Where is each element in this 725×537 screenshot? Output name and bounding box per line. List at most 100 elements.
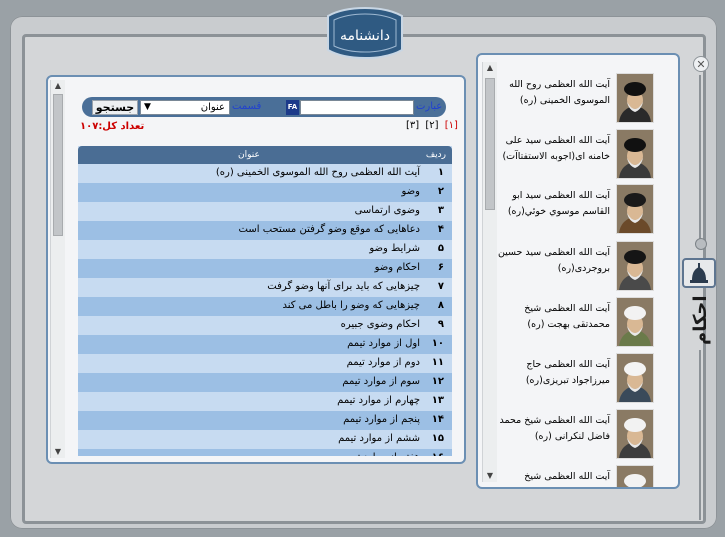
row-number: ۱۲ [431, 376, 444, 387]
table-row[interactable]: ۱۰ اول از موارد تیمم [78, 335, 452, 354]
section-select[interactable]: ▼ عنوان [140, 100, 230, 115]
row-title[interactable]: چیزهایی که وضو را باطل می کند [282, 300, 420, 311]
row-title[interactable]: شرایط وضو [369, 243, 420, 254]
scholar-item[interactable]: آیت الله العظمی حاج میرزاجواد تبریزی(ره) [478, 349, 668, 403]
search-button[interactable]: جستجو [92, 100, 138, 115]
portrait-icon [617, 354, 653, 402]
row-title[interactable]: دوم از موارد تیمم [347, 357, 420, 368]
scholar-item[interactable]: آیت الله العظمی شیخ محمدتقی بهجت (ره) [478, 293, 668, 347]
scholar-name: آیت الله العظمی سید علی خامنه ای(اجوبه ا… [502, 135, 610, 162]
table-row[interactable]: ۴ دعاهایی که موقع وضو گرفتن مستحب است [78, 221, 452, 240]
row-number: ۳ [437, 205, 444, 216]
header-radif: ردیف [425, 150, 446, 160]
page-link-3[interactable]: [۳] [406, 120, 419, 131]
language-badge[interactable]: FA [286, 100, 299, 115]
row-number: ۱۵ [431, 433, 444, 444]
row-number: ۹ [437, 319, 444, 330]
table-row[interactable]: ۱۱ دوم از موارد تیمم [78, 354, 452, 373]
side-rail [699, 75, 701, 240]
portrait-icon [617, 410, 653, 458]
scroll-up-icon[interactable]: ▲ [51, 80, 65, 92]
table-row[interactable]: ۲ وضو [78, 183, 452, 202]
scholar-name: آیت الله العظمی حاج میرزاجواد تبریزی(ره) [525, 359, 610, 386]
total-count: تعداد کل:۱۰۷ [80, 121, 145, 132]
portrait-icon [617, 185, 653, 233]
scholar-item[interactable]: آیت الله العظمی روح الله الموسوی الخمینی… [478, 69, 668, 123]
ahkam-tab-button[interactable] [682, 258, 716, 288]
row-title[interactable]: احکام وضوی جبیره [341, 319, 420, 330]
row-number: ۱۰ [431, 338, 444, 349]
row-number: ۶ [437, 262, 444, 273]
results-table: ردیف عنوان ۱ آیت الله العظمی روح الله الم… [78, 146, 452, 456]
row-number: ۵ [437, 243, 444, 254]
scroll-thumb[interactable] [485, 78, 495, 210]
row-number: ۱۱ [431, 357, 444, 368]
row-title[interactable]: چیزهایی که باید برای آنها وضو گرفت [267, 281, 420, 292]
page-link-2[interactable]: [۲] [425, 120, 438, 131]
row-number: ۸ [437, 300, 444, 311]
table-row[interactable]: ۱۶ هفتم از موارد تیمم [78, 449, 452, 456]
close-button[interactable]: ✕ [693, 56, 709, 72]
table-row[interactable]: ۱۲ سوم از موارد تیمم [78, 373, 452, 392]
section-select-value: عنوان [200, 102, 225, 113]
row-title[interactable]: اول از موارد تیمم [347, 338, 420, 349]
search-input[interactable] [300, 100, 414, 115]
table-row[interactable]: ۷ چیزهایی که باید برای آنها وضو گرفت [78, 278, 452, 297]
page-link-1[interactable]: [۱] [445, 120, 458, 131]
scroll-up-icon[interactable]: ▲ [483, 62, 497, 74]
logo-text: دانشنامه [340, 28, 390, 44]
results-scrollbar[interactable]: ▲ ▼ [50, 80, 65, 458]
row-title[interactable]: پنجم از موارد تیمم [343, 414, 420, 425]
scholars-scrollbar[interactable]: ▲ ▼ [482, 62, 497, 482]
ahkam-tab-label[interactable]: احکام [690, 290, 712, 350]
section-label: قسمت [232, 101, 262, 112]
scholar-portrait [616, 353, 654, 403]
row-title[interactable]: آیت الله العظمی روح الله الموسوی الخمینی… [216, 167, 420, 178]
scholar-portrait [616, 73, 654, 123]
scholar-portrait [616, 297, 654, 347]
row-title[interactable]: هفتم از موارد تیمم [342, 452, 420, 456]
row-title[interactable]: احکام وضو [375, 262, 420, 273]
portrait-icon [617, 130, 653, 178]
mosque-icon [690, 263, 708, 283]
scholar-item[interactable]: آیت الله العظمی سید ابو القاسم موسوي خوئ… [478, 180, 668, 234]
side-knob[interactable] [695, 238, 707, 250]
scholar-portrait [616, 465, 654, 487]
scholar-name: آیت الله العظمی شیخ محمد فاضل لنکرانی (ر… [499, 415, 610, 442]
row-number: ۴ [437, 224, 444, 235]
table-row[interactable]: ۸ چیزهایی که وضو را باطل می کند [78, 297, 452, 316]
scholars-panel: آیت الله العظمی روح الله الموسوی الخمینی… [476, 53, 680, 489]
portrait-icon [617, 242, 653, 290]
scholar-item[interactable]: آیت الله العظمی سید حسین بروجردی(ره) [478, 237, 668, 291]
pagination: [۳] [۲] [۱] [406, 120, 461, 131]
scroll-thumb[interactable] [53, 94, 63, 236]
row-title[interactable]: وضوی ارتماسی [355, 205, 420, 216]
scholar-item[interactable]: آیت الله العظمی شیخ [478, 461, 668, 487]
table-row[interactable]: ۹ احکام وضوی جبیره [78, 316, 452, 335]
scroll-down-icon[interactable]: ▼ [483, 470, 497, 482]
row-title[interactable]: سوم از موارد تیمم [342, 376, 420, 387]
row-title[interactable]: دعاهایی که موقع وضو گرفتن مستحب است [239, 224, 420, 235]
table-row[interactable]: ۵ شرایط وضو [78, 240, 452, 259]
row-number: ۱۴ [431, 414, 444, 425]
scholar-name: آیت الله العظمی شیخ [524, 471, 610, 482]
scholar-item[interactable]: آیت الله العظمی شیخ محمد فاضل لنکرانی (ر… [478, 405, 668, 459]
header-onvan: عنوان [238, 150, 260, 160]
row-title[interactable]: وضو [402, 186, 421, 197]
table-row[interactable]: ۱۳ چهارم از موارد تیمم [78, 392, 452, 411]
table-row[interactable]: ۱۴ پنجم از موارد تیمم [78, 411, 452, 430]
table-row[interactable]: ۶ احکام وضو [78, 259, 452, 278]
scholar-portrait [616, 409, 654, 459]
scholar-name: آیت الله العظمی سید ابو القاسم موسوي خوئ… [507, 190, 610, 217]
scholar-name: آیت الله العظمی شیخ محمدتقی بهجت (ره) [524, 303, 610, 330]
table-row[interactable]: ۱۵ ششم از موارد تیمم [78, 430, 452, 449]
table-row[interactable]: ۱ آیت الله العظمی روح الله الموسوی الخمین… [78, 164, 452, 183]
row-title[interactable]: ششم از موارد تیمم [338, 433, 420, 444]
table-header: ردیف عنوان [78, 146, 452, 164]
row-title[interactable]: چهارم از موارد تیمم [337, 395, 420, 406]
scroll-down-icon[interactable]: ▼ [51, 446, 65, 458]
portrait-icon [617, 298, 653, 346]
side-rail-lower [699, 350, 701, 520]
table-row[interactable]: ۳ وضوی ارتماسی [78, 202, 452, 221]
scholar-item[interactable]: آیت الله العظمی سید علی خامنه ای(اجوبه ا… [478, 125, 668, 179]
